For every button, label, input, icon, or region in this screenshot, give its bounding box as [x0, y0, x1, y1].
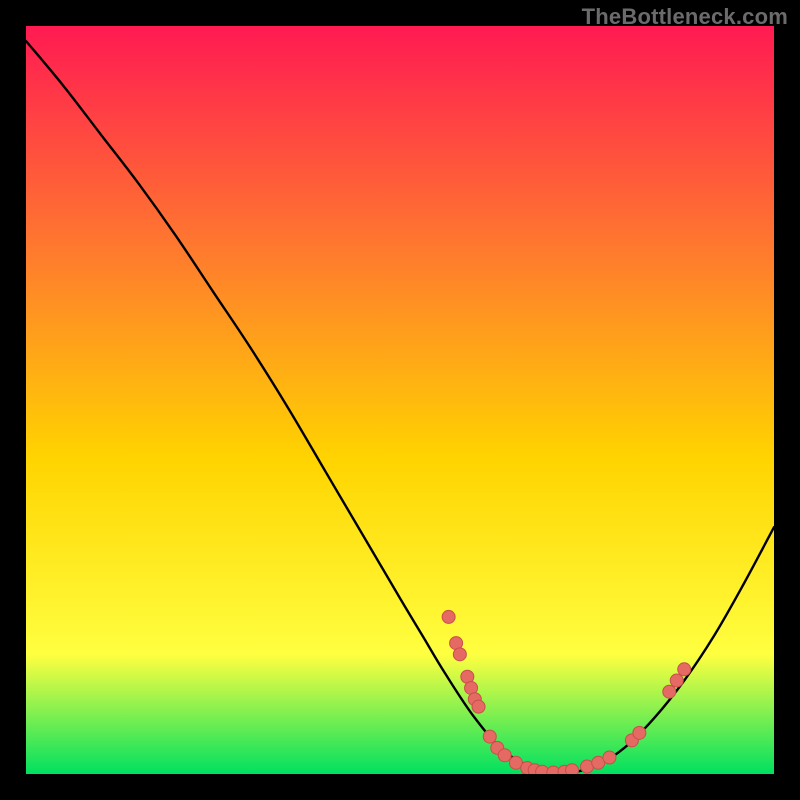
data-point [442, 610, 455, 623]
data-point [670, 674, 683, 687]
data-point [483, 730, 496, 743]
data-point [498, 749, 511, 762]
data-point [663, 685, 676, 698]
data-point [453, 648, 466, 661]
data-point [472, 700, 485, 713]
bottleneck-chart [26, 26, 774, 774]
plot-area [26, 26, 774, 774]
chart-stage: TheBottleneck.com [0, 0, 800, 800]
watermark-text: TheBottleneck.com [582, 4, 788, 30]
data-point [603, 751, 616, 764]
data-point [633, 726, 646, 739]
data-point [678, 663, 691, 676]
data-point [566, 764, 579, 774]
gradient-background [26, 26, 774, 774]
